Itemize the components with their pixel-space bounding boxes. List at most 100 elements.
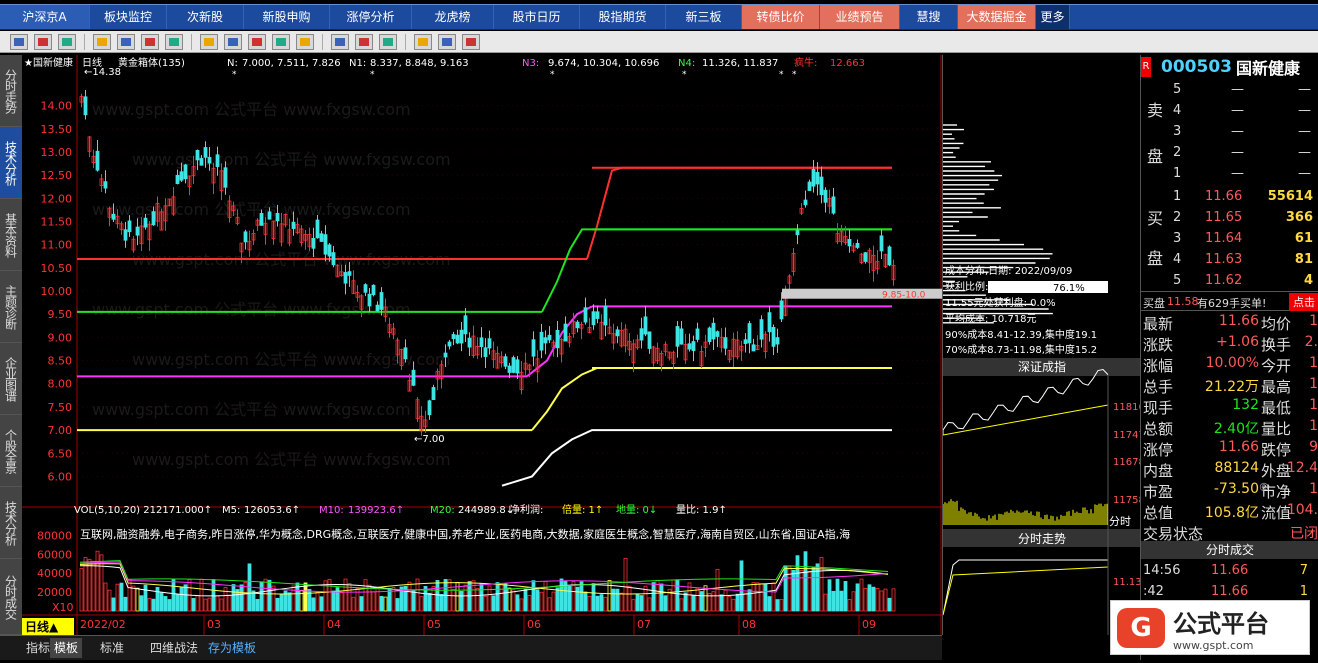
vtab-5[interactable]: 个股全景 [0,415,22,487]
bid-row-2[interactable]: 2 11.65 366 [1141,207,1318,228]
nav-tab-1[interactable]: 板块监控 [90,5,167,29]
candle-body [83,96,88,116]
nav-tab-10[interactable]: 业绩预告 [820,5,900,29]
candle-body [695,328,700,340]
vol-header-8: 地量: 0↓ [616,503,657,516]
volume-bar [287,592,292,612]
candle-body [583,307,588,323]
nav-tab-13[interactable]: 更多 [1036,5,1070,29]
ask-volume: — [1298,82,1311,97]
ask-row-3[interactable]: 3 — — [1141,121,1318,142]
bottom-tab-1[interactable]: 模板 [50,638,83,658]
ask-row-4[interactable]: 4 — — [1141,100,1318,121]
candle-body [775,337,780,345]
bottom-tab-4[interactable]: 存为模板 [204,638,260,658]
bid-row-1[interactable]: 1 11.66 55614 [1141,186,1318,207]
volume-bar [747,589,752,612]
nav-tab-8[interactable]: 新三板 [666,5,742,29]
watermark-text: www.gspt.com 公式平台 www.fxgsw.com [132,150,451,169]
candle-body [647,331,652,349]
candle-body [555,329,560,349]
candle-body [411,369,416,386]
zoom-icon[interactable] [58,33,76,50]
calc-icon[interactable] [379,33,397,50]
volume-bar [459,591,464,612]
volume-bar [839,590,844,612]
bid-row-5[interactable]: 5 11.62 4 [1141,270,1318,291]
nav-tab-4[interactable]: 涨停分析 [330,5,412,29]
vtab-4[interactable]: 企业图谱 [0,343,22,415]
angle-icon[interactable] [355,33,373,50]
candle-body [847,239,852,247]
nav-tab-0[interactable]: 沪深京A [0,5,90,29]
quote-label-2: 最低 [1261,399,1292,417]
crosshair-icon[interactable] [34,33,52,50]
volume-bar [611,588,616,612]
volume-bar [615,588,620,612]
vtab-7[interactable]: 分时成交 [0,559,22,635]
kline-icon[interactable] [165,33,183,50]
vtab-1[interactable]: 技术分析 [0,127,22,199]
bell-icon[interactable] [248,33,266,50]
candle-body [759,319,764,340]
nav-tab-3[interactable]: 新股申购 [244,5,330,29]
info-icon[interactable] [200,33,218,50]
bid-volume: 61 [1294,231,1313,246]
buy-line-tag[interactable]: 点击 [1289,293,1318,311]
quote-value-2: 1 [1309,313,1318,329]
candle-body [459,329,464,344]
candle-body [327,244,332,257]
vtab-2[interactable]: 基本资料 [0,199,22,271]
bid-volume: 55614 [1267,189,1313,204]
index-title: 深证成指 [1018,359,1066,374]
vertical-tabs: 分时走势 技术分析 基本资料 主题诊断 企业图谱 个股全景 技术分析 分时成交 [0,55,22,635]
vtab-6[interactable]: 技术分析 [0,487,22,559]
nav-tab-6[interactable]: 股市日历 [494,5,580,29]
nav-tab-2[interactable]: 次新股 [167,5,244,29]
nav-tab-11[interactable]: 慧搜 [900,5,958,29]
tick-title-bar: 分时成交 [1141,541,1318,559]
nav-tab-9[interactable]: 转债比价 [742,5,820,29]
bsi-icon[interactable] [93,33,111,50]
date-tick: 06 [527,618,541,631]
ask-row-5[interactable]: 5 — — [1141,79,1318,100]
kline-svg[interactable]: www.gspt.com 公式平台 www.fxgsw.com www.gspt.… [22,55,942,635]
bid-row-3[interactable]: 3 11.64 61 [1141,228,1318,249]
bid-row-4[interactable]: 4 11.63 81 [1141,249,1318,270]
nav-tab-7[interactable]: 股指期货 [580,5,666,29]
candle-body [679,328,684,345]
help-icon[interactable] [462,33,480,50]
volume-bar [767,596,772,612]
nav-tab-5[interactable]: 龙虎榜 [412,5,494,29]
vol-tick: 80000 [37,529,72,542]
arrow-icon[interactable] [141,33,159,50]
bottom-tab-2[interactable]: 标准 [96,638,128,658]
kline-chart-area[interactable]: www.gspt.com 公式平台 www.fxgsw.com www.gspt.… [22,55,942,635]
draw-icon[interactable] [331,33,349,50]
candle-icon[interactable] [224,33,242,50]
settings-icon[interactable] [117,33,135,50]
candle-body [771,327,776,347]
comment-icon[interactable] [414,33,432,50]
vtab-0[interactable]: 分时走势 [0,55,22,127]
volume-bar [139,595,144,612]
stats-icon[interactable] [438,33,456,50]
toolbar [0,31,1318,53]
volume-bar [691,594,696,612]
star-marker: * [682,70,687,80]
volume-bar [515,594,520,612]
bottom-tab-3[interactable]: 四维战法 [146,638,202,658]
image-icon[interactable] [296,33,314,50]
quote-label: 总值 [1143,504,1174,522]
toolbar-sep [191,33,192,50]
candle-body [511,357,516,373]
ask-row-2[interactable]: 2 — — [1141,142,1318,163]
chart-icon[interactable] [272,33,290,50]
ask-row-1[interactable]: 1 — — [1141,163,1318,184]
buy-line-text: 有629手买单! [1197,297,1267,310]
ask-level: 2 [1173,145,1182,160]
cursor-icon[interactable] [10,33,28,50]
brand-logo: G 公式平台 www.gspt.com [1110,600,1310,655]
vtab-3[interactable]: 主题诊断 [0,271,22,343]
nav-tab-12[interactable]: 大数据掘金 [958,5,1036,29]
